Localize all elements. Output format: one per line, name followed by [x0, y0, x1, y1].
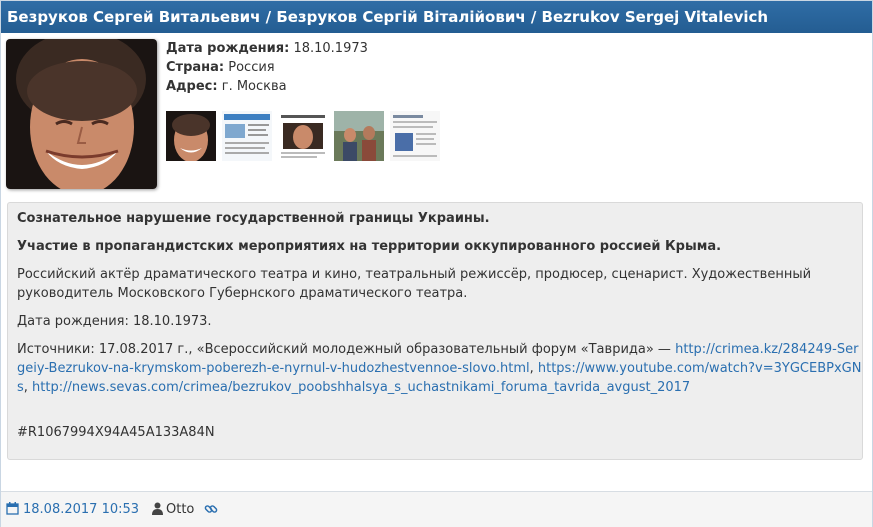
- thumbnail-portrait-image: [166, 111, 216, 161]
- portrait-image: [6, 39, 157, 189]
- record-code: #R1067994X94A45A133A84N: [17, 425, 215, 440]
- country-row: Страна: Россия: [166, 58, 368, 77]
- address-value: г. Москва: [221, 79, 287, 94]
- profile-photo[interactable]: [6, 39, 157, 189]
- thumbnail-event-image: [334, 111, 384, 161]
- violation-line-2: Участие в пропагандистских мероприятиях …: [17, 239, 722, 254]
- thumbnail-article-portrait-image: [278, 111, 328, 161]
- thumbnail-article-image: [222, 111, 272, 161]
- record-panel: Безруков Сергей Витальевич / Безруков Се…: [0, 0, 873, 527]
- thumbnail-3[interactable]: [278, 111, 328, 161]
- author-name: Otto: [166, 502, 195, 517]
- violation-line-1: Сознательное нарушение государственной г…: [17, 211, 490, 226]
- birth-label: Дата рождения:: [166, 41, 290, 56]
- calendar-icon: [6, 502, 19, 520]
- thumbnail-5[interactable]: [390, 111, 440, 161]
- sources-prefix: Источники: 17.08.2017 г., «Всероссийский…: [17, 342, 671, 357]
- birth-text: Дата рождения: 18.10.1973.: [17, 314, 212, 329]
- bio-text: Российский актёр драматического театра и…: [17, 267, 812, 301]
- record-footer: 18.08.2017 10:53 Otto: [1, 491, 872, 527]
- thumbnail-document-image: [390, 111, 440, 161]
- birth-value: 18.10.1973: [293, 41, 368, 56]
- sources: Источники: 17.08.2017 г., «Всероссийский…: [17, 342, 862, 395]
- country-label: Страна:: [166, 60, 225, 75]
- description-box: Сознательное нарушение государственной г…: [7, 202, 863, 460]
- thumbnail-1[interactable]: [166, 111, 216, 161]
- thumbnail-2[interactable]: [222, 111, 272, 161]
- address-label: Адрес:: [166, 79, 218, 94]
- source-link-sevas[interactable]: http://news.sevas.com/crimea/bezrukov_po…: [32, 380, 690, 395]
- user-icon: [152, 502, 163, 520]
- thumbnail-4[interactable]: [334, 111, 384, 161]
- profile-info: Дата рождения: 18.10.1973 Страна: Россия…: [166, 39, 368, 96]
- thumbnail-gallery: [166, 111, 440, 161]
- country-value: Россия: [228, 60, 275, 75]
- link-icon[interactable]: [204, 502, 218, 521]
- record-title: Безруков Сергей Витальевич / Безруков Се…: [1, 1, 872, 33]
- address-row: Адрес: г. Москва: [166, 77, 368, 96]
- birth-row: Дата рождения: 18.10.1973: [166, 39, 368, 58]
- post-date[interactable]: 18.08.2017 10:53: [23, 502, 139, 518]
